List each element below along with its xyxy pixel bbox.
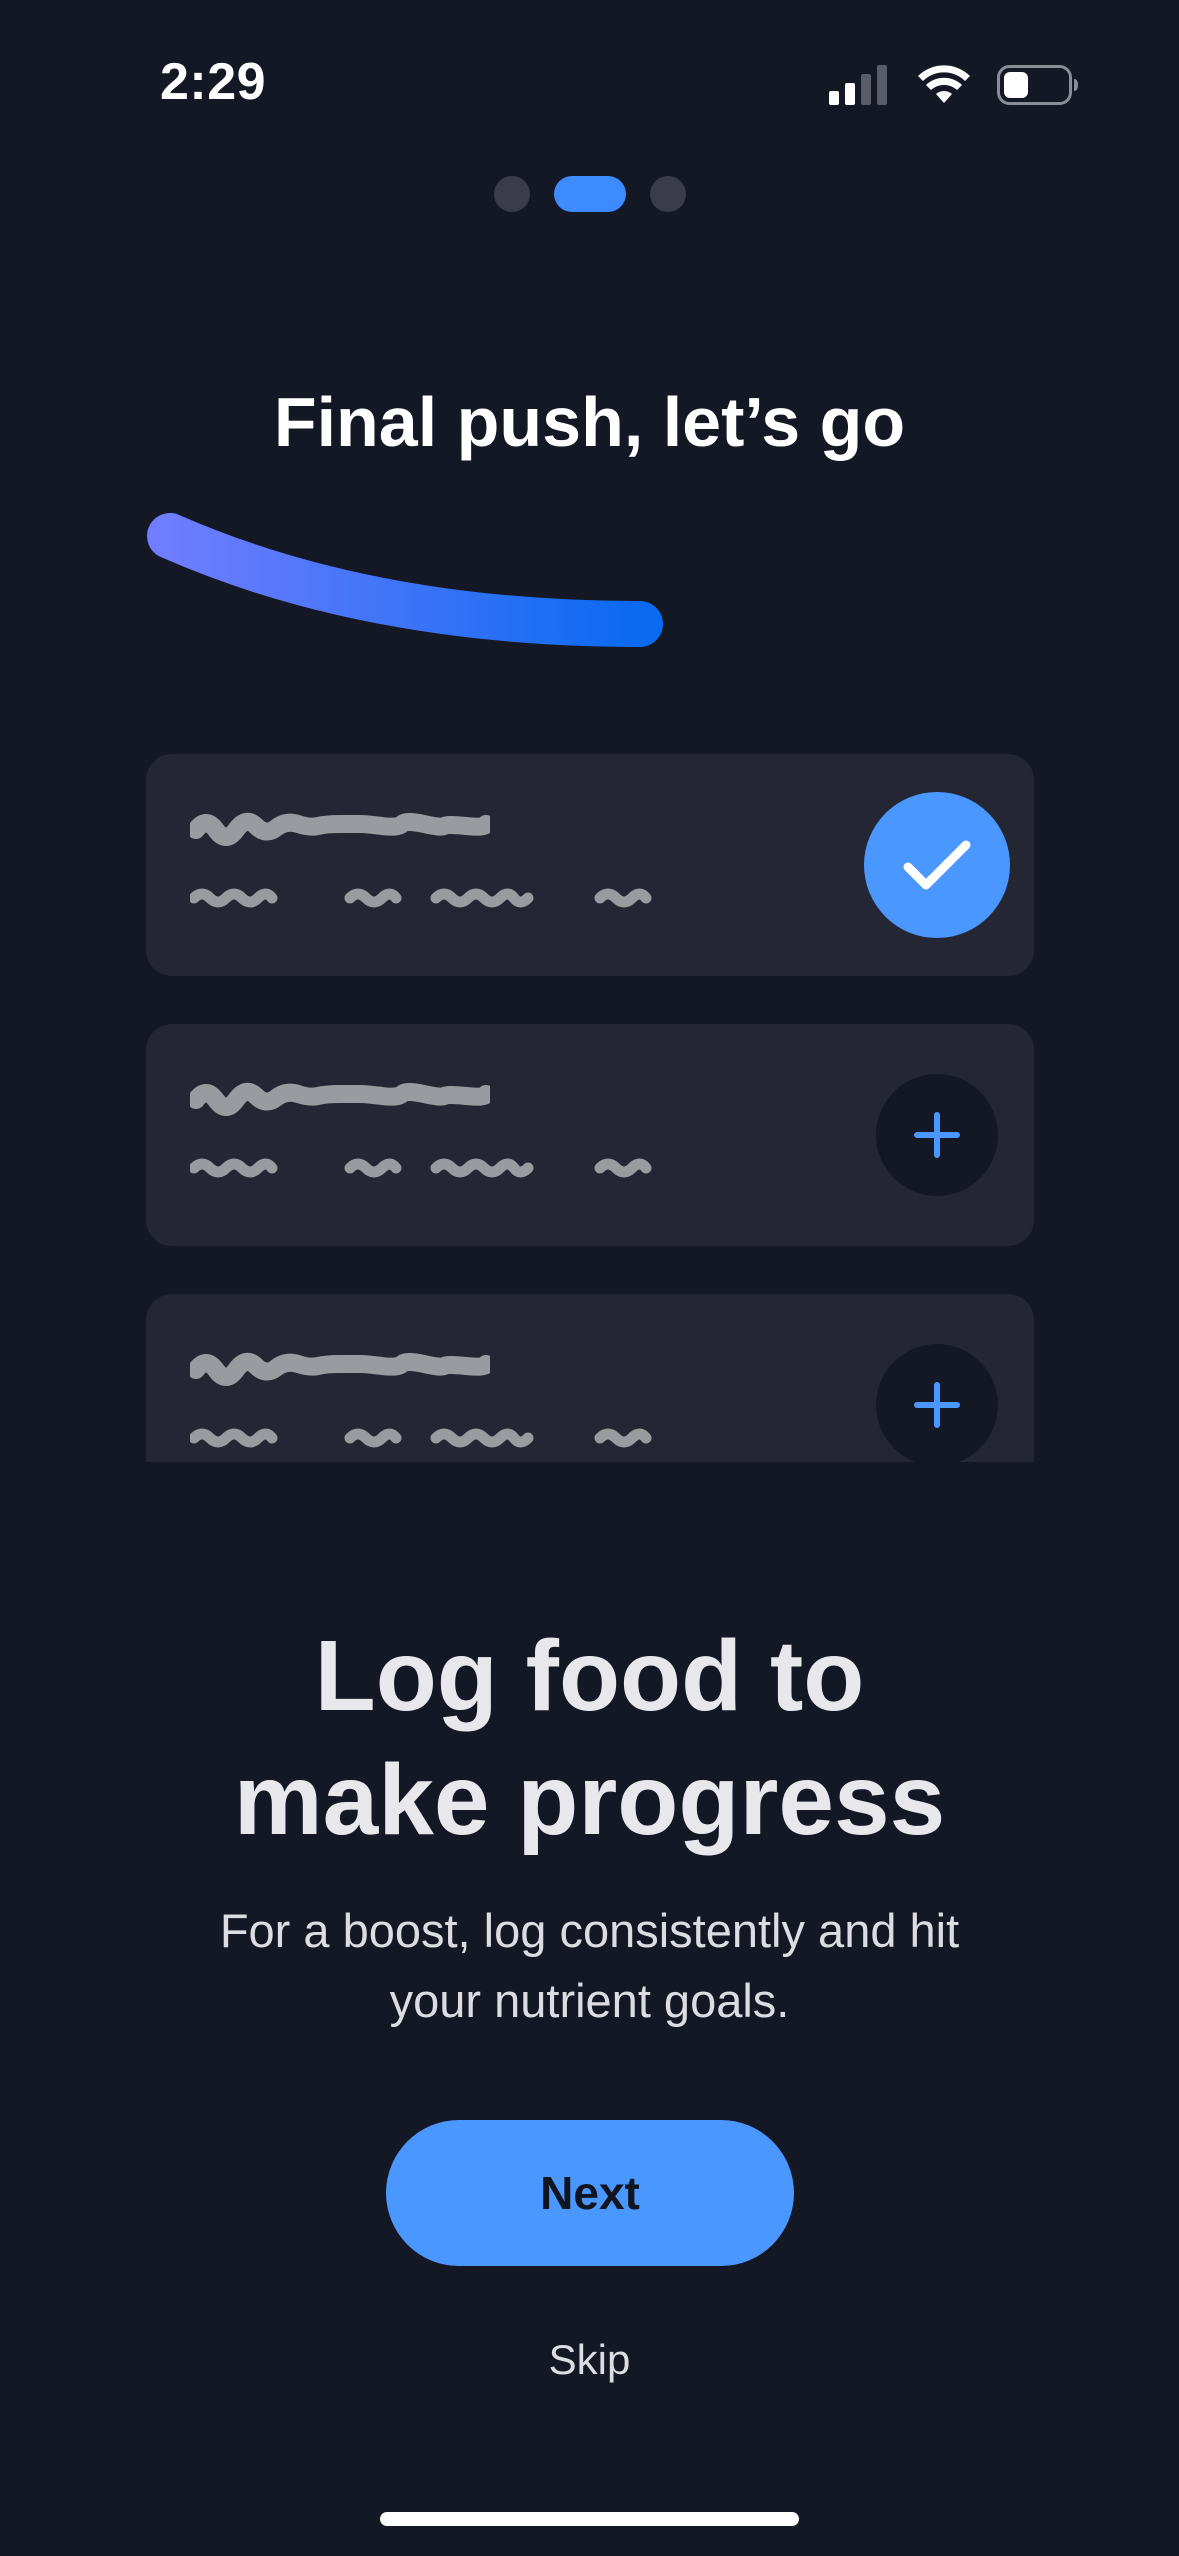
- page-dot-3[interactable]: [649, 176, 686, 212]
- illustration-card-completed: [146, 754, 1034, 976]
- checkmark-icon: [903, 840, 971, 890]
- placeholder-subtitle-scribble: [190, 888, 652, 908]
- status-time: 2:29: [160, 53, 267, 111]
- plus-icon: [914, 1112, 960, 1158]
- placeholder-title-scribble: [190, 812, 490, 846]
- plus-icon: [914, 1382, 960, 1428]
- illustration-title: Final push, let’s go: [273, 383, 906, 461]
- progress-curve: [147, 513, 663, 647]
- page-dot-2-active[interactable]: [553, 176, 626, 212]
- placeholder-title-scribble: [190, 1082, 490, 1116]
- add-button[interactable]: [876, 1074, 998, 1196]
- status-icons: [829, 64, 1079, 110]
- illustration-cards: [146, 754, 1034, 1462]
- cellular-signal-icon: [829, 64, 891, 110]
- placeholder-title-scribble: [190, 1352, 490, 1386]
- headline: Log food to make progress: [233, 1620, 946, 1856]
- home-indicator: [380, 2512, 799, 2526]
- wifi-icon: [917, 64, 971, 110]
- page-dot-1[interactable]: [493, 176, 530, 212]
- illustration-card-pending: [146, 1294, 1034, 1462]
- next-button[interactable]: Next: [386, 2120, 794, 2266]
- checkmark-button[interactable]: [864, 792, 1010, 938]
- description: For a boost, log consistently and hit yo…: [219, 1904, 960, 2027]
- add-button[interactable]: [876, 1344, 998, 1462]
- status-bar: 2:29: [0, 0, 1179, 180]
- page-indicator: [0, 176, 1179, 212]
- illustration-card-pending: [146, 1024, 1034, 1246]
- placeholder-subtitle-scribble: [190, 1158, 652, 1178]
- placeholder-subtitle-scribble: [190, 1428, 652, 1448]
- skip-link[interactable]: Skip: [0, 2336, 1179, 2384]
- battery-icon: [997, 64, 1079, 110]
